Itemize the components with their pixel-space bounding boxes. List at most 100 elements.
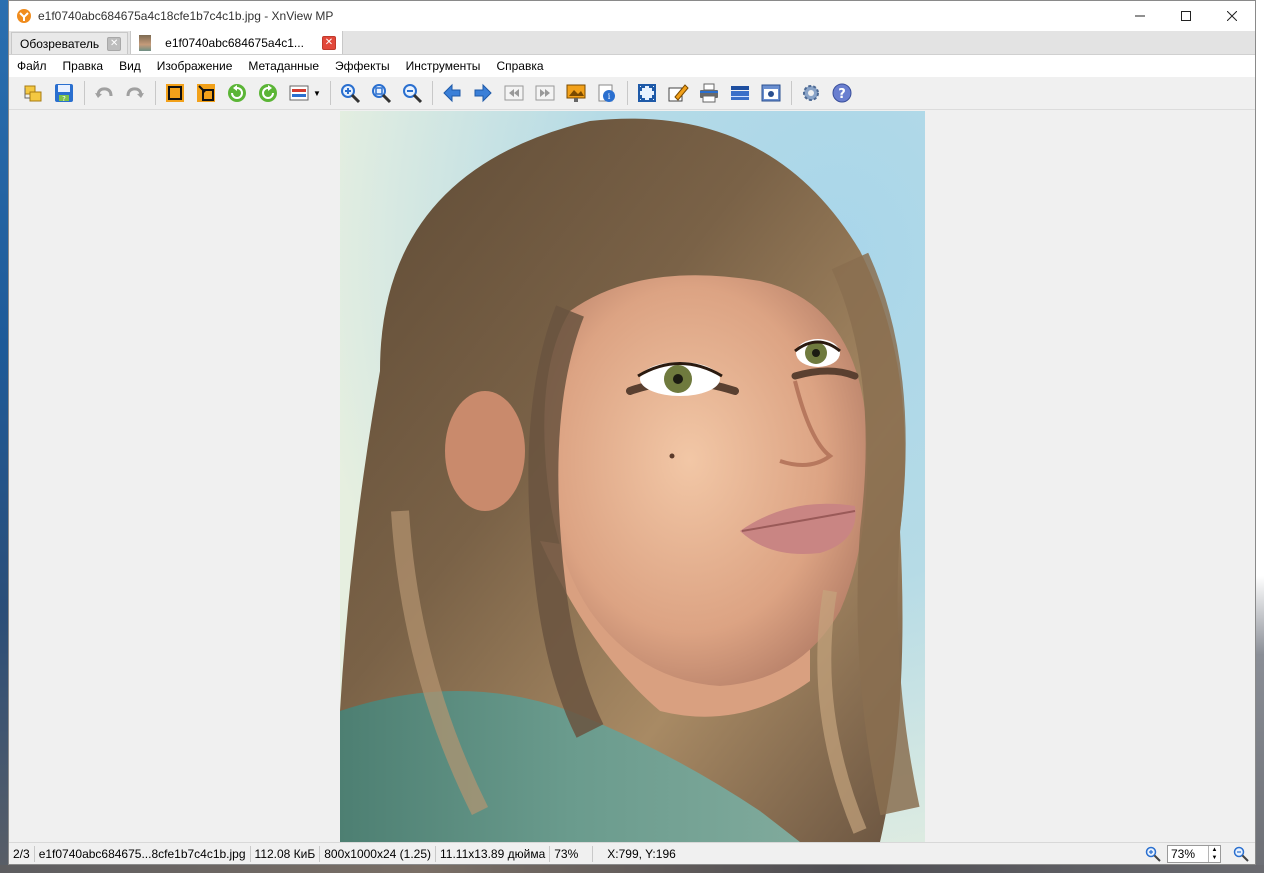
spin-up-icon[interactable]: ▲ [1209, 846, 1220, 854]
resize-icon [197, 84, 215, 102]
maximize-button[interactable] [1163, 1, 1209, 31]
rotate-left-icon [228, 84, 246, 102]
close-icon [1227, 11, 1237, 21]
last-image-icon [535, 85, 555, 101]
close-window-button[interactable] [1209, 1, 1255, 31]
fullscreen-button[interactable] [633, 79, 661, 107]
toolbar: ? ▼ i ? [9, 77, 1255, 110]
crop-button[interactable] [161, 79, 189, 107]
toolbar-separator [330, 81, 331, 105]
toolbar-separator [432, 81, 433, 105]
previous-image-button[interactable] [438, 79, 466, 107]
tab-close-icon[interactable]: ✕ [107, 36, 122, 51]
menu-metadata[interactable]: Метаданные [240, 59, 327, 73]
save-icon: ? [55, 84, 73, 103]
first-image-icon [504, 85, 524, 101]
status-zoom: 73% [550, 845, 594, 862]
desktop-background-right [1256, 0, 1264, 873]
zoom-spinner[interactable]: ▲ ▼ [1208, 846, 1220, 862]
tab-label: e1f0740abc684675a4c1... [165, 35, 304, 50]
minimize-icon [1135, 15, 1145, 17]
desktop-background-left [0, 0, 8, 873]
edit-icon [668, 84, 689, 102]
scanner-icon [731, 86, 749, 100]
status-filename: e1f0740abc684675...8cfe1b7c4c1b.jpg [35, 845, 251, 862]
info-button[interactable]: i [593, 79, 621, 107]
status-filesize: 112.08 КиБ [251, 845, 321, 862]
minimize-button[interactable] [1117, 1, 1163, 31]
status-coordinates: X:799, Y:196 [607, 846, 676, 861]
resize-button[interactable] [192, 79, 220, 107]
svg-text:?: ? [62, 95, 66, 103]
portrait-photo[interactable] [340, 111, 925, 842]
status-bar: 2/3 e1f0740abc684675...8cfe1b7c4c1b.jpg … [9, 842, 1255, 864]
desktop-background-bottom [0, 865, 1264, 873]
xnview-window: e1f0740abc684675a4c18cfe1b7c4c1b.jpg - X… [8, 0, 1256, 865]
next-image-button[interactable] [469, 79, 497, 107]
menu-image[interactable]: Изображение [149, 59, 241, 73]
tab-image[interactable]: e1f0740abc684675a4c1... ✕ [130, 30, 343, 54]
capture-icon [761, 84, 781, 102]
zoom-out-icon [403, 84, 423, 104]
toolbar-separator [627, 81, 628, 105]
first-image-button[interactable] [500, 79, 528, 107]
info-icon: i [598, 84, 615, 102]
rotate-right-icon [259, 84, 277, 102]
redo-button[interactable] [121, 79, 149, 107]
image-thumbnail-icon [139, 34, 152, 51]
spin-down-icon[interactable]: ▼ [1209, 854, 1220, 862]
save-button[interactable]: ? [50, 79, 78, 107]
tab-bar: Обозреватель ✕ e1f0740abc684675a4c1... ✕ [9, 30, 1255, 55]
browser-button[interactable] [19, 79, 47, 107]
print-icon [700, 83, 718, 103]
gear-icon [803, 85, 819, 101]
menu-view[interactable]: Вид [111, 59, 149, 73]
zoom-fit-icon [372, 84, 392, 104]
svg-text:?: ? [838, 87, 846, 102]
undo-button[interactable] [90, 79, 118, 107]
last-image-button[interactable] [531, 79, 559, 107]
tab-label: Обозреватель [20, 36, 100, 51]
redo-icon [126, 87, 144, 98]
adjust-button[interactable] [285, 79, 313, 107]
menu-file[interactable]: Файл [9, 59, 55, 73]
tab-close-icon[interactable]: ✕ [321, 35, 336, 50]
status-image-index: 2/3 [9, 845, 35, 862]
zoom-fit-button[interactable] [367, 79, 395, 107]
help-icon: ? [832, 83, 852, 103]
crop-icon [166, 84, 184, 102]
zoom-level-value: 73% [1171, 847, 1196, 861]
xnview-logo-icon [17, 9, 31, 23]
zoom-in-icon [341, 84, 361, 104]
menu-effects[interactable]: Эффекты [327, 59, 398, 73]
window-title: e1f0740abc684675a4c18cfe1b7c4c1b.jpg - X… [38, 9, 334, 23]
adjust-icon [289, 85, 309, 101]
zoom-controls: 73% ▲ ▼ [1145, 845, 1249, 863]
zoom-in-icon[interactable] [1145, 846, 1161, 862]
print-button[interactable] [695, 79, 723, 107]
zoom-out-icon[interactable] [1233, 846, 1249, 862]
zoom-level-field[interactable]: 73% ▲ ▼ [1167, 845, 1221, 863]
title-bar[interactable]: e1f0740abc684675a4c18cfe1b7c4c1b.jpg - X… [9, 1, 1255, 31]
tab-browser[interactable]: Обозреватель ✕ [11, 32, 129, 54]
rotate-right-button[interactable] [254, 79, 282, 107]
edit-button[interactable] [664, 79, 692, 107]
slideshow-icon [566, 84, 586, 102]
svg-text:i: i [608, 92, 611, 101]
toolbar-separator [155, 81, 156, 105]
menu-edit[interactable]: Правка [55, 59, 112, 73]
menu-tools[interactable]: Инструменты [398, 59, 489, 73]
help-button[interactable]: ? [828, 79, 856, 107]
scanner-button[interactable] [726, 79, 754, 107]
capture-button[interactable] [757, 79, 785, 107]
slideshow-button[interactable] [562, 79, 590, 107]
zoom-out-button[interactable] [398, 79, 426, 107]
toolbar-separator [84, 81, 85, 105]
settings-button[interactable] [797, 79, 825, 107]
image-viewer[interactable] [9, 111, 1255, 842]
menu-bar: Файл Правка Вид Изображение Метаданные Э… [9, 55, 1255, 77]
adjust-dropdown-chevron-icon[interactable]: ▼ [313, 79, 321, 107]
rotate-left-button[interactable] [223, 79, 251, 107]
zoom-in-button[interactable] [336, 79, 364, 107]
menu-help[interactable]: Справка [488, 59, 551, 73]
